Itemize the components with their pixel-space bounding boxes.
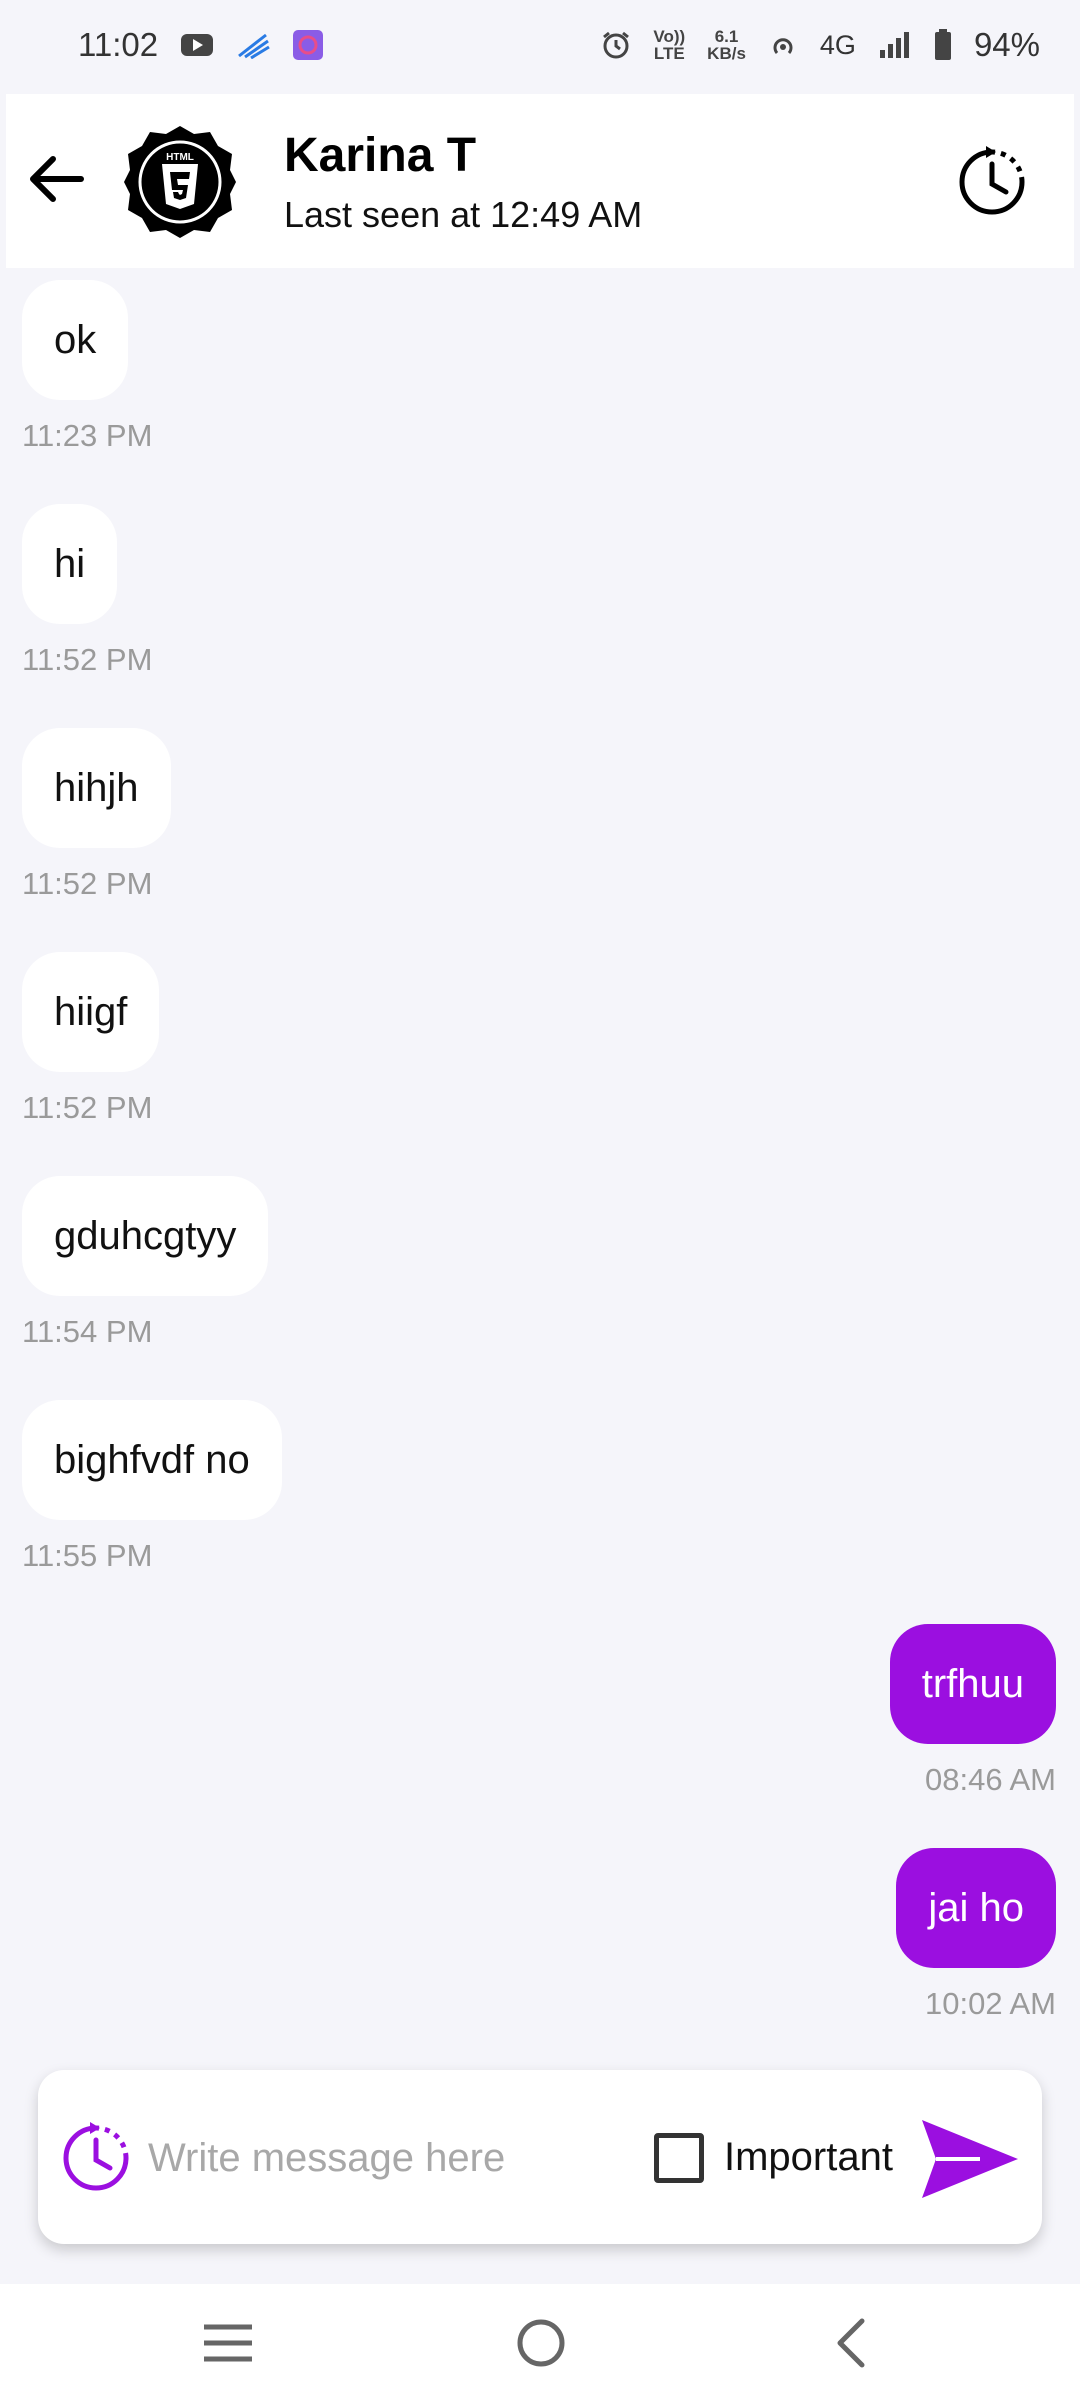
chevron-left-icon bbox=[837, 2318, 865, 2368]
network-speed: 6.1 KB/s bbox=[707, 28, 746, 62]
message-bubble[interactable]: jai ho bbox=[896, 1848, 1056, 1968]
status-bar: 11:02 Vo)) LTE 6.1 KB/s 4G 94% bbox=[0, 0, 1080, 90]
message-time: 08:46 AM bbox=[925, 1762, 1056, 1797]
message-bubble[interactable]: hihjh bbox=[22, 728, 171, 848]
send-icon bbox=[922, 2120, 1018, 2198]
status-right: Vo)) LTE 6.1 KB/s 4G 94% bbox=[601, 26, 1040, 64]
clock-schedule-icon bbox=[959, 146, 1025, 215]
message-item[interactable]: trfhuu 08:46 AM bbox=[889, 1624, 1056, 1798]
message-item[interactable]: gduhcgtyy 11:54 PM bbox=[22, 1176, 269, 1350]
system-nav-bar bbox=[0, 2284, 1080, 2400]
message-time: 11:52 PM bbox=[22, 866, 153, 901]
message-time: 11:55 PM bbox=[22, 1538, 153, 1573]
schedule-message-button[interactable] bbox=[58, 2120, 134, 2196]
volte-indicator: Vo)) LTE bbox=[653, 28, 685, 62]
battery-percentage: 94% bbox=[973, 26, 1040, 63]
nav-back-button[interactable] bbox=[815, 2308, 885, 2378]
arrow-left-icon bbox=[30, 156, 84, 202]
message-item[interactable]: bighfvdf no 11:55 PM bbox=[22, 1400, 282, 1574]
signal-app-icon bbox=[236, 31, 270, 59]
alarm-icon bbox=[601, 30, 631, 60]
important-checkbox[interactable] bbox=[654, 2133, 704, 2183]
signal-strength-icon bbox=[878, 30, 912, 60]
message-time: 11:52 PM bbox=[22, 642, 153, 677]
message-bubble[interactable]: hi bbox=[22, 504, 118, 624]
app-notification-icon bbox=[292, 29, 324, 61]
html5-badge-icon: HTML bbox=[124, 126, 236, 238]
youtube-icon bbox=[180, 32, 214, 58]
avatar-badge-text: HTML bbox=[166, 152, 194, 163]
message-list[interactable]: ok 11:23 PM hi 11:52 PM hihjh 11:52 PM h… bbox=[0, 268, 1080, 2068]
message-input[interactable] bbox=[148, 2120, 568, 2196]
avatar[interactable]: HTML bbox=[122, 124, 238, 240]
send-button[interactable] bbox=[920, 2118, 1020, 2200]
home-circle-icon bbox=[517, 2319, 565, 2367]
chat-header: HTML Karina T Last seen at 12:49 AM bbox=[6, 94, 1074, 268]
volte-bottom: LTE bbox=[653, 44, 685, 63]
message-time: 11:54 PM bbox=[22, 1314, 153, 1349]
message-item[interactable]: hiigf 11:52 PM bbox=[22, 952, 160, 1126]
message-item[interactable]: jai ho 10:02 AM bbox=[896, 1848, 1056, 2022]
schedule-button[interactable] bbox=[952, 142, 1032, 222]
clock-schedule-icon bbox=[63, 2122, 129, 2191]
last-seen-status: Last seen at 12:49 AM bbox=[284, 194, 643, 235]
battery-icon bbox=[934, 29, 952, 61]
message-composer: Important bbox=[38, 2070, 1042, 2244]
hotspot-icon bbox=[768, 30, 798, 60]
message-item[interactable]: hihjh 11:52 PM bbox=[22, 728, 171, 902]
message-time: 10:02 AM bbox=[925, 1986, 1056, 2021]
nav-home-button[interactable] bbox=[506, 2308, 576, 2378]
back-button[interactable] bbox=[20, 144, 90, 214]
menu-icon bbox=[204, 2324, 252, 2362]
message-bubble[interactable]: ok bbox=[22, 280, 129, 400]
network-type: 4G bbox=[819, 29, 856, 60]
message-bubble[interactable]: bighfvdf no bbox=[22, 1400, 282, 1520]
important-label[interactable]: Important bbox=[724, 2135, 893, 2180]
message-time: 11:23 PM bbox=[22, 418, 153, 453]
status-left: 11:02 bbox=[78, 26, 324, 64]
message-bubble[interactable]: trfhuu bbox=[889, 1624, 1056, 1744]
message-bubble[interactable]: hiigf bbox=[22, 952, 160, 1072]
network-speed-unit: KB/s bbox=[707, 44, 746, 63]
message-item[interactable]: ok 11:23 PM bbox=[22, 280, 152, 454]
status-time: 11:02 bbox=[78, 26, 159, 63]
contact-name[interactable]: Karina T bbox=[284, 128, 476, 183]
message-item[interactable]: hi 11:52 PM bbox=[22, 504, 152, 678]
message-bubble[interactable]: gduhcgtyy bbox=[22, 1176, 269, 1296]
nav-recents-button[interactable] bbox=[193, 2308, 263, 2378]
message-time: 11:52 PM bbox=[22, 1090, 153, 1125]
